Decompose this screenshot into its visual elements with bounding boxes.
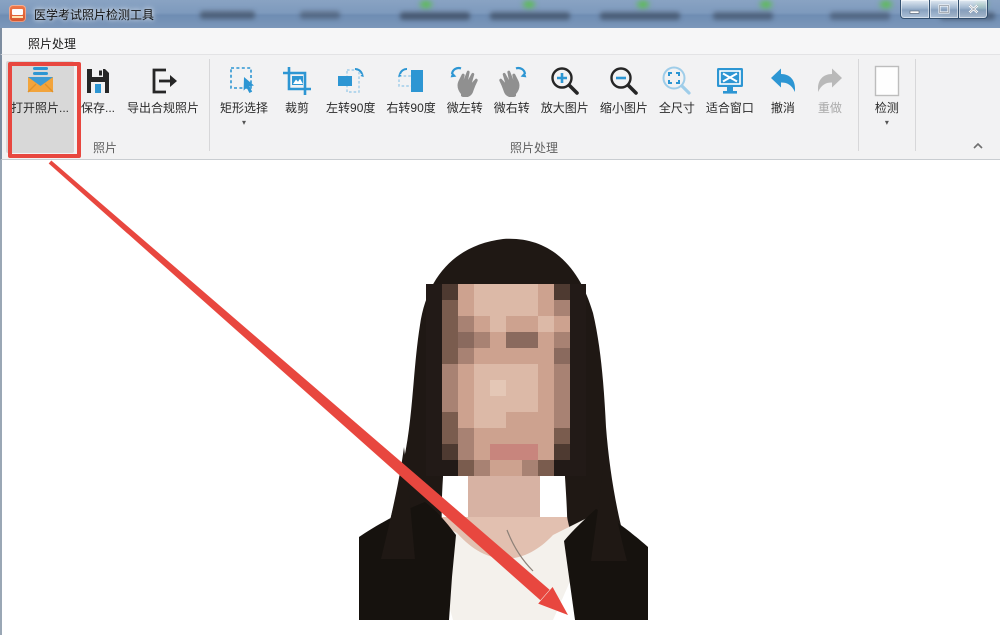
desktop-blur-decor — [200, 11, 255, 19]
pixelated-face — [426, 284, 586, 476]
desktop-blur-decor — [830, 12, 890, 20]
ribbon-button-label: 保存... — [81, 101, 115, 115]
ribbon-toolbar: 打开照片... 保存... 导出合规照片照片 矩形选择 ▾ 裁剪 左转90度右转90度微左转… — [0, 55, 1000, 160]
collapse-ribbon-button[interactable] — [970, 139, 986, 153]
ribbon-button-label: 微左转 — [447, 101, 483, 115]
ribbon-button-label: 全尺寸 — [659, 101, 695, 115]
ribbon-button-export[interactable]: 导出合规照片 — [122, 61, 204, 117]
chevron-down-icon: ▾ — [885, 119, 889, 127]
rotate-right-icon — [394, 64, 428, 98]
ribbon-button-label: 打开照片... — [11, 101, 69, 115]
desktop-blur-decor — [637, 1, 649, 8]
export-icon — [146, 64, 180, 98]
ribbon-button-label: 撤消 — [771, 101, 795, 115]
ribbon-button-crop[interactable]: 裁剪 — [274, 61, 320, 117]
detect-icon — [870, 64, 904, 98]
ribbon-button-full-size[interactable]: 全尺寸 — [654, 61, 700, 117]
crop-icon — [280, 64, 314, 98]
ribbon-group-1: 打开照片... 保存... 导出合规照片照片 — [4, 55, 206, 159]
desktop-blur-decor — [400, 12, 470, 20]
ribbon-button-fit-window[interactable]: 适合窗口 — [701, 61, 759, 117]
group-separator — [209, 59, 210, 151]
desktop-blur-decor — [880, 1, 892, 8]
desktop-blur-decor — [600, 12, 680, 20]
ribbon-button-zoom-in[interactable]: 放大图片 — [536, 61, 594, 117]
ribbon-button-label: 重做 — [818, 101, 842, 115]
ribbon-group-2: 矩形选择 ▾ 裁剪 左转90度右转90度微左转微右转放大图片缩小图片全尺寸适合窗口 撤消… — [213, 55, 855, 159]
ribbon-button-label: 左转90度 — [326, 101, 375, 115]
redo-icon — [813, 64, 847, 98]
full-size-icon — [660, 64, 694, 98]
open-photo-icon — [23, 64, 57, 98]
photo-canvas[interactable] — [0, 160, 1000, 635]
app-icon — [9, 5, 26, 22]
rect-select-icon — [227, 64, 261, 98]
ribbon-button-save[interactable]: 保存... — [75, 61, 121, 117]
rotate-left-icon — [334, 64, 368, 98]
window-title: 医学考试照片检测工具 — [34, 6, 154, 23]
ribbon-button-rect-select[interactable]: 矩形选择 ▾ — [215, 61, 273, 129]
ribbon-button-nudge-left[interactable]: 微左转 — [442, 61, 488, 117]
ribbon-button-label: 缩小图片 — [600, 101, 648, 115]
ribbon-button-label: 放大图片 — [541, 101, 589, 115]
desktop-blur-decor — [760, 1, 772, 8]
desktop-blur-decor — [490, 12, 570, 20]
ribbon-button-zoom-out[interactable]: 缩小图片 — [595, 61, 653, 117]
title-bar: 医学考试照片检测工具 — [0, 0, 1000, 28]
ribbon-tab-row: 照片处理 — [0, 28, 1000, 55]
ribbon-button-rotate-right[interactable]: 右转90度 — [381, 61, 440, 117]
zoom-in-icon — [548, 64, 582, 98]
ribbon-button-undo[interactable]: 撤消 — [760, 61, 806, 117]
ribbon-group-3: 检测 ▾ — [862, 55, 912, 159]
desktop-blur-decor — [713, 12, 773, 20]
ribbon-button-label: 裁剪 — [285, 101, 309, 115]
ribbon-group-label: 照片处理 — [213, 139, 855, 156]
ribbon-button-detect[interactable]: 检测 ▾ — [864, 61, 910, 129]
nudge-left-icon — [448, 64, 482, 98]
window-controls — [901, 0, 988, 19]
ribbon-button-nudge-right[interactable]: 微右转 — [489, 61, 535, 117]
nudge-right-icon — [495, 64, 529, 98]
portrait-photo — [357, 237, 650, 620]
ribbon-button-label: 适合窗口 — [706, 101, 754, 115]
close-button[interactable] — [958, 0, 988, 19]
group-separator — [915, 59, 916, 151]
app-window: 医学考试照片检测工具 照片处理 打开照片...保存...导出合规照片照片矩形选择… — [0, 0, 1000, 635]
chevron-down-icon: ▾ — [242, 119, 246, 127]
save-icon — [81, 64, 115, 98]
ribbon-button-label: 微右转 — [494, 101, 530, 115]
ribbon-button-label: 检测 — [875, 101, 899, 115]
maximize-button[interactable] — [929, 0, 959, 19]
ribbon-button-label: 矩形选择 — [220, 101, 268, 115]
group-separator — [858, 59, 859, 151]
ribbon-button-label: 导出合规照片 — [127, 101, 199, 115]
ribbon-button-label: 右转90度 — [386, 101, 435, 115]
minimize-button[interactable] — [900, 0, 930, 19]
ribbon-group-label: 照片 — [4, 139, 206, 156]
zoom-out-icon — [607, 64, 641, 98]
ribbon-button-redo[interactable]: 重做 — [807, 61, 853, 117]
undo-icon — [766, 64, 800, 98]
ribbon-button-rotate-left[interactable]: 左转90度 — [321, 61, 380, 117]
desktop-blur-decor — [523, 1, 535, 8]
desktop-blur-decor — [300, 11, 340, 19]
fit-window-icon — [713, 64, 747, 98]
desktop-blur-decor — [420, 1, 432, 8]
